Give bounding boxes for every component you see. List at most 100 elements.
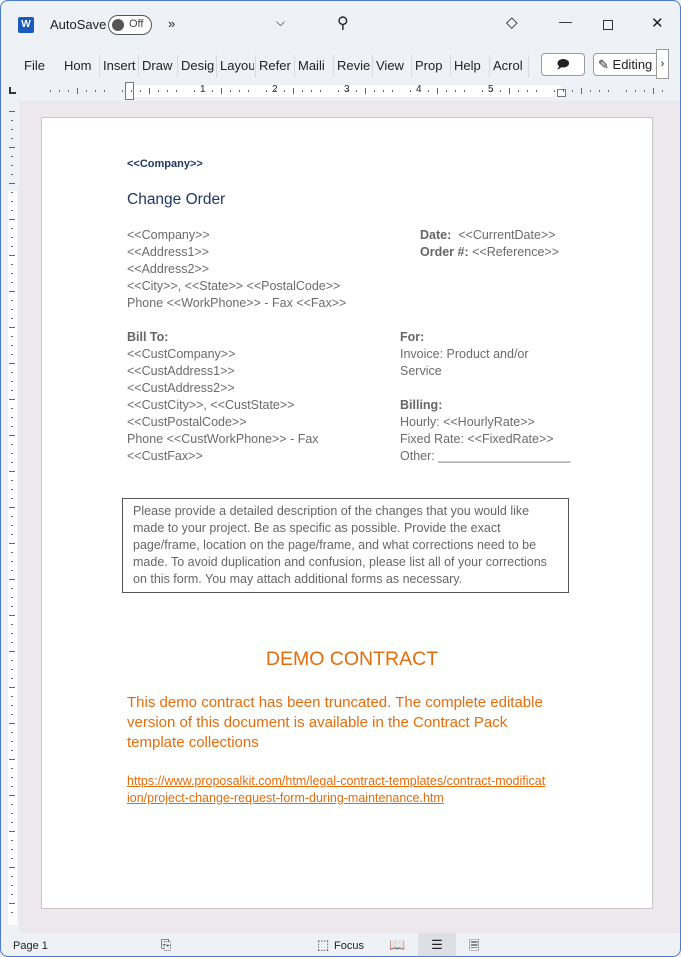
indent-marker[interactable] — [125, 82, 134, 100]
print-layout-icon[interactable]: ☰ — [418, 933, 456, 956]
ruler-tick — [9, 723, 15, 724]
tab-design[interactable]: Desig — [181, 58, 215, 73]
ruler-tick — [9, 435, 15, 436]
tab-selector-icon[interactable] — [9, 87, 16, 94]
ruler-tick — [9, 471, 15, 472]
ruler-tick — [11, 849, 13, 850]
ruler-tick — [11, 264, 13, 265]
page-indicator[interactable]: Page 1 — [13, 940, 48, 952]
ruler-tick — [11, 588, 13, 589]
address-line: <<CustCompany>> — [127, 347, 236, 361]
ruler-tick — [563, 90, 564, 92]
read-mode-icon[interactable]: 📖 — [389, 937, 405, 953]
ruler-tick — [9, 651, 15, 652]
ruler-text-area — [8, 191, 17, 925]
editing-label: Editing — [612, 57, 653, 72]
ruler-tick — [11, 228, 13, 229]
sender-address: <<Company>> <<Address1>> <<Address2>> <<… — [127, 227, 346, 312]
ruler-tick — [11, 336, 13, 337]
search-icon[interactable]: ⚲ — [337, 13, 349, 33]
ruler-tick — [11, 462, 13, 463]
ruler-tick — [11, 246, 13, 247]
ruler-tick — [230, 90, 231, 92]
ruler-tick — [356, 90, 357, 92]
tab-acrobat[interactable]: Acrol — [493, 58, 527, 73]
ruler-tick — [608, 90, 609, 92]
order-label: Order #: — [420, 245, 469, 259]
proofing-icon[interactable]: ⎘ — [161, 937, 171, 953]
toggle-knob — [112, 19, 124, 31]
ruler-tick — [11, 840, 13, 841]
ruler-tick — [9, 219, 15, 220]
tab-references[interactable]: Refer — [259, 58, 293, 73]
comment-icon: 🗩 — [556, 57, 570, 71]
ruler-tick — [11, 318, 13, 319]
tab-draw[interactable]: Draw — [142, 58, 176, 73]
ruler-tick — [311, 90, 312, 92]
ribbon-scroll-right-button[interactable]: › — [656, 49, 669, 79]
ruler-tick — [140, 90, 141, 92]
more-commands-button[interactable]: » — [168, 16, 175, 31]
ruler-tick — [9, 831, 15, 832]
tab-help[interactable]: Help — [454, 58, 488, 73]
focus-icon[interactable]: ⬚ — [317, 937, 329, 953]
template-link[interactable]: https://www.proposalkit.com/htm/legal-co… — [127, 773, 547, 807]
divider — [99, 55, 100, 77]
ruler-tick — [491, 90, 492, 92]
focus-button[interactable]: Focus — [334, 940, 364, 952]
ruler-tick — [302, 90, 303, 92]
ruler-tick — [554, 90, 555, 92]
order-info: Date: <<CurrentDate>> Order #: <<Referen… — [420, 227, 559, 261]
bill-to: Bill To: <<CustCompany>> <<CustAddress1>… — [127, 329, 319, 465]
ruler-tick — [11, 768, 13, 769]
ruler-tick — [11, 561, 13, 562]
ruler-tick — [374, 90, 375, 92]
horizontal-ruler[interactable]: 1 2 3 4 5 — [37, 82, 663, 100]
tab-file[interactable]: File — [24, 58, 45, 73]
autosave-toggle[interactable]: Off — [108, 15, 152, 35]
tab-mailings[interactable]: Maili — [298, 58, 332, 73]
ruler-tick — [9, 399, 15, 400]
ruler-tick — [11, 597, 13, 598]
divider — [216, 55, 217, 77]
ruler-tick — [11, 273, 13, 274]
right-indent-marker[interactable] — [557, 89, 566, 97]
ruler-tick — [9, 363, 15, 364]
tab-properties[interactable]: Prop — [415, 58, 449, 73]
ruler-tick — [392, 90, 393, 92]
ruler-tick — [11, 345, 13, 346]
tab-review[interactable]: Revie — [337, 58, 371, 73]
ruler-tick — [167, 90, 168, 92]
tab-insert[interactable]: Insert — [103, 58, 137, 73]
ruler-tick — [50, 90, 51, 92]
diamond-icon[interactable]: ◇ — [506, 13, 518, 31]
ruler-tick — [653, 88, 654, 94]
ruler-tick — [11, 156, 13, 157]
tab-view[interactable]: View — [376, 58, 410, 73]
ruler-tick — [419, 90, 420, 92]
ruler-tick — [239, 90, 240, 92]
ruler-tick — [11, 354, 13, 355]
ruler-tick — [11, 534, 13, 535]
ruler-tick — [9, 327, 15, 328]
ruler-tick — [11, 390, 13, 391]
tab-home[interactable]: Hom — [64, 58, 98, 73]
address-line: <<CustAddress2>> — [127, 381, 235, 395]
ruler-tick — [11, 642, 13, 643]
ruler-tick — [635, 90, 636, 92]
minimize-button[interactable]: — — [559, 14, 572, 29]
close-button[interactable]: ✕ — [651, 14, 664, 32]
ruler-tick — [176, 90, 177, 92]
chevron-down-icon[interactable]: ⌵ — [276, 15, 285, 30]
ruler-tick — [11, 417, 13, 418]
maximize-button[interactable] — [603, 20, 613, 30]
ruler-tick — [284, 90, 285, 92]
editing-mode-button[interactable]: ✎ Editing — [593, 53, 663, 76]
web-layout-icon[interactable]: 🗏 — [469, 937, 479, 956]
ruler-tick — [9, 291, 15, 292]
comments-button[interactable]: 🗩 — [541, 53, 585, 76]
tab-layout[interactable]: Layou — [220, 58, 254, 73]
ruler-tick — [518, 90, 519, 92]
vertical-ruler[interactable] — [6, 101, 19, 933]
ruler-tick — [11, 480, 13, 481]
